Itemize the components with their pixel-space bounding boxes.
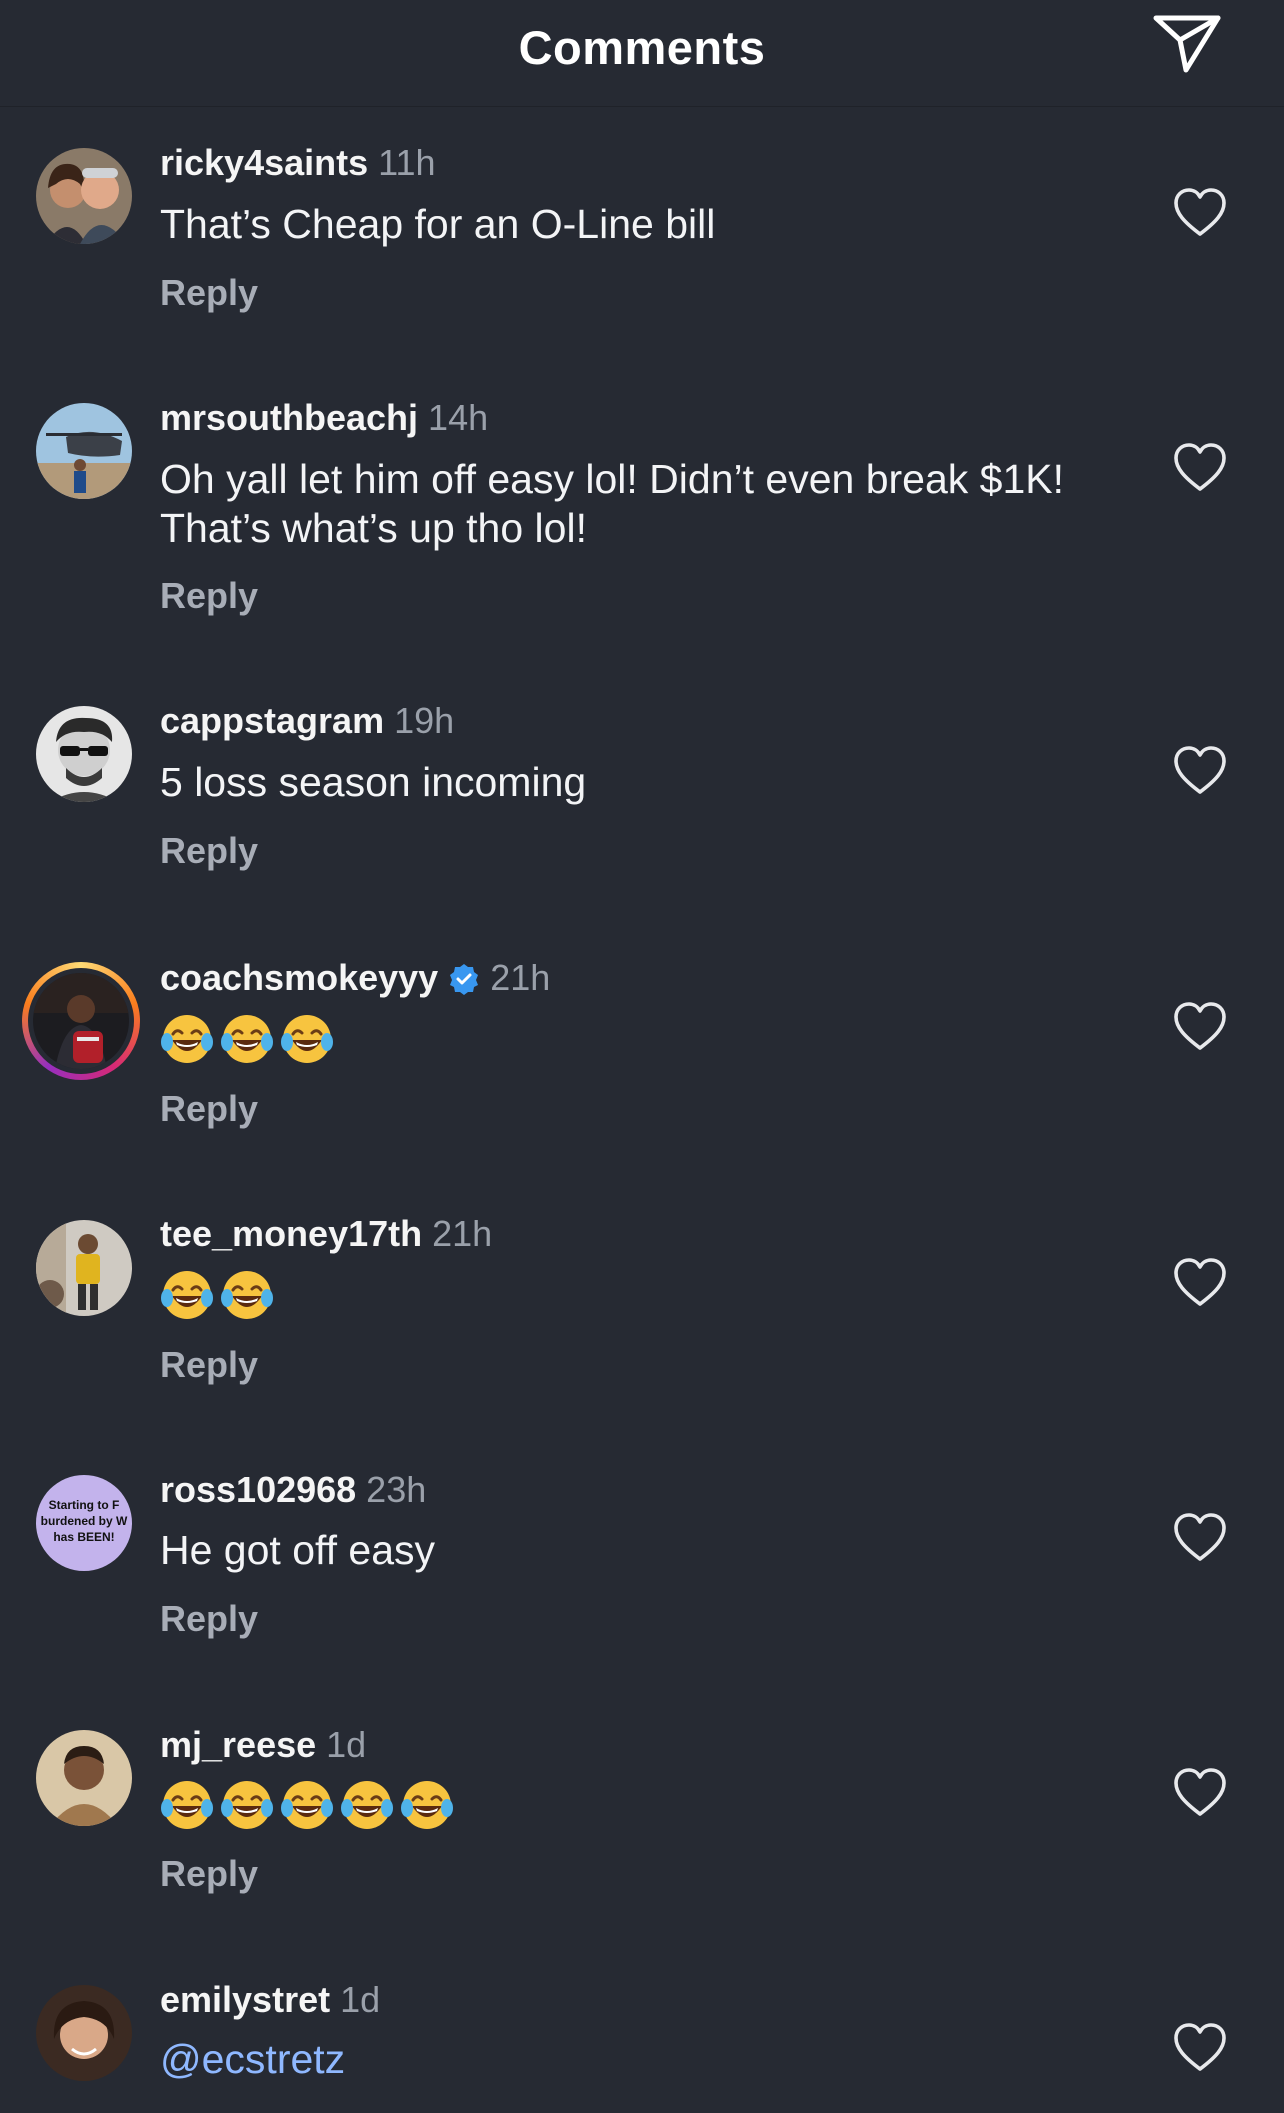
like-heart-icon[interactable] [1172,1511,1228,1563]
comment-username[interactable]: mrsouthbeachj [160,397,418,438]
comment-emojis [160,1268,1140,1333]
avatar[interactable] [36,1985,132,2081]
reply-button[interactable]: Reply [160,1088,258,1130]
reply-button[interactable]: Reply [160,1344,258,1386]
avatar[interactable] [36,1220,132,1316]
comment-time: 21h [432,1213,493,1254]
laughing-emoji-icon [400,1778,454,1832]
story-ring[interactable] [22,962,140,1080]
mention-link[interactable]: @ecstretz [160,2035,1140,2084]
like-heart-icon[interactable] [1172,1766,1228,1818]
comment-username[interactable]: tee_money17th [160,1213,422,1254]
comment-time: 19h [394,700,455,741]
reply-button[interactable]: Reply [160,575,258,617]
avatar-text: burdened by W [41,1514,128,1528]
like-heart-icon[interactable] [1172,186,1228,238]
comment-time: 1d [326,1724,367,1765]
comment-text-line: That’s what’s up tho lol! [160,505,587,551]
laughing-emoji-icon [280,1012,334,1066]
comment-text: 5 loss season incoming [160,759,587,805]
like-heart-icon[interactable] [1172,2021,1228,2073]
like-heart-icon[interactable] [1172,441,1228,493]
laughing-emoji-icon [220,1012,274,1066]
laughing-emoji-icon [340,1778,394,1832]
comments-header: Comments [0,0,1284,107]
comment-time: 23h [366,1469,427,1510]
reply-button[interactable]: Reply [160,830,258,872]
comment-text: That’s Cheap for an O-Line bill [160,201,716,247]
like-heart-icon[interactable] [1172,1000,1228,1052]
comment-text: He got off easy [160,1527,436,1573]
comment-username[interactable]: ricky4saints [160,142,368,183]
comment-username[interactable]: ross102968 [160,1469,356,1510]
comment-username[interactable]: coachsmokeyyy [160,957,438,998]
comment-username[interactable]: mj_reese [160,1724,316,1765]
avatar-text: Starting to F [49,1498,120,1512]
reply-button[interactable]: Reply [160,1853,258,1895]
like-heart-icon[interactable] [1172,1256,1228,1308]
avatar[interactable] [33,973,129,1069]
comment-time: 11h [378,142,436,183]
comment-username[interactable]: emilystret [160,1979,330,2020]
comment-time: 14h [428,397,489,438]
avatar[interactable] [36,403,132,499]
like-heart-icon[interactable] [1172,744,1228,796]
share-button[interactable] [1152,12,1222,76]
comment-username[interactable]: cappstagram [160,700,384,741]
laughing-emoji-icon [160,1778,214,1832]
send-icon [1153,15,1221,73]
comment-text-line: Oh yall let him off easy lol! Didn’t eve… [160,456,1064,502]
comment-text: Oh yall let him off easy lol! Didn’t eve… [160,455,1140,553]
avatar[interactable] [36,148,132,244]
comment-time: 21h [490,957,551,998]
verified-badge-icon [450,964,479,995]
comment-time: 1d [340,1979,381,2020]
avatar[interactable] [36,1730,132,1826]
avatar[interactable] [36,706,132,802]
avatar[interactable]: Starting to F burdened by W has BEEN! [36,1475,132,1571]
avatar-text: has BEEN! [53,1530,114,1544]
laughing-emoji-icon [280,1778,334,1832]
laughing-emoji-icon [160,1268,214,1322]
comment-emojis [160,1778,1140,1843]
laughing-emoji-icon [220,1778,274,1832]
reply-button[interactable]: Reply [160,272,258,314]
laughing-emoji-icon [220,1268,274,1322]
page-title: Comments [518,21,766,74]
comment-emojis [160,1012,1140,1077]
reply-button[interactable]: Reply [160,1598,258,1640]
laughing-emoji-icon [160,1012,214,1066]
